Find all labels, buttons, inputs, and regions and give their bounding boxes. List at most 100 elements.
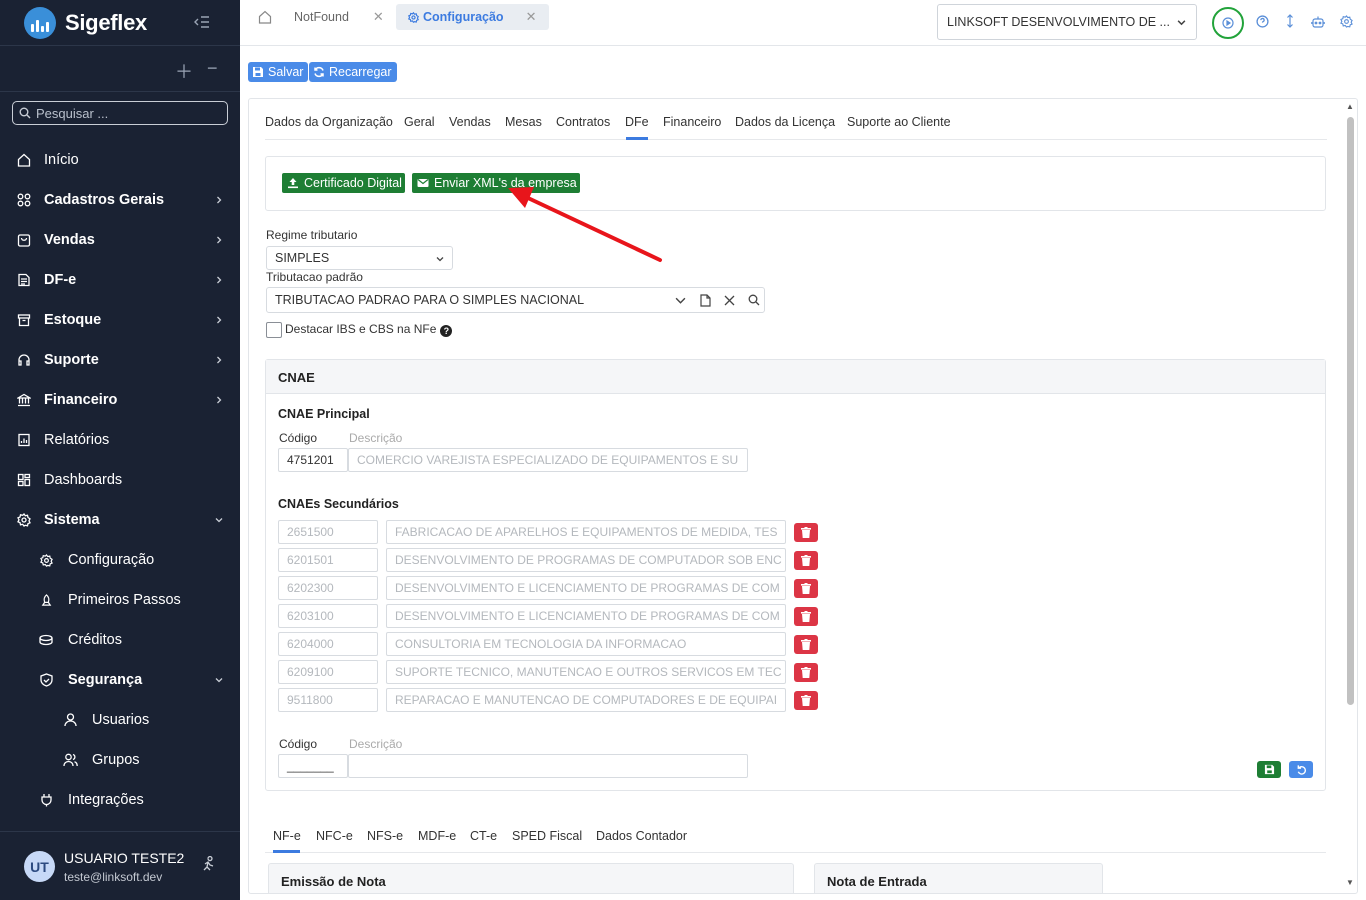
help-icon[interactable]	[1254, 13, 1270, 29]
cnae-code[interactable]: 2651500	[278, 520, 378, 544]
scroll-thumb[interactable]	[1347, 117, 1354, 705]
company-select[interactable]: LINKSOFT DESENVOLVIMENTO DE ...	[937, 4, 1197, 40]
sidebar-item-integracoes[interactable]: Integrações	[0, 780, 240, 820]
cnae-code[interactable]: 6203100	[278, 604, 378, 628]
collapse-all-icon[interactable]: −	[207, 58, 218, 79]
enviar-xml-button[interactable]: Enviar XML's da empresa	[412, 173, 580, 193]
tab-contratos[interactable]: Contratos	[556, 115, 610, 129]
delete-button[interactable]	[794, 523, 818, 542]
new-cnae-code-input[interactable]: _______	[278, 754, 348, 778]
gear-icon	[16, 512, 32, 528]
delete-button[interactable]	[794, 691, 818, 710]
config-panel: Dados da Organização Geral Vendas Mesas …	[248, 98, 1358, 894]
cnae-desc[interactable]: CONSULTORIA EM TECNOLOGIA DA INFORMACAO	[386, 632, 786, 656]
new-cnae-desc-input[interactable]	[348, 754, 748, 778]
undo-button[interactable]	[1289, 761, 1313, 778]
sidebar-item-grupos[interactable]: Grupos	[0, 740, 240, 780]
search-icon[interactable]	[748, 294, 760, 306]
cnae-code[interactable]: 6201501	[278, 548, 378, 572]
tab-dados-licenca[interactable]: Dados da Licença	[735, 115, 835, 129]
close-icon[interactable]: ✕	[526, 9, 537, 25]
delete-button[interactable]	[794, 635, 818, 654]
sidebar-item-label: Créditos	[68, 632, 122, 648]
save-button[interactable]: Salvar	[248, 62, 309, 82]
avatar[interactable]: UT	[24, 851, 55, 882]
sidebar-search[interactable]	[12, 101, 228, 125]
scrollbar[interactable]: ▲ ▼	[1343, 99, 1357, 893]
play-icon[interactable]	[1212, 7, 1244, 39]
document-icon[interactable]	[700, 294, 711, 307]
cnae-code[interactable]: 9511800	[278, 688, 378, 712]
tab-notfound[interactable]: NotFound ✕	[286, 4, 392, 30]
tab-financeiro[interactable]: Financeiro	[663, 115, 721, 129]
sidebar-item-creditos[interactable]: Créditos	[0, 620, 240, 660]
tab-nfe[interactable]: NF-e	[273, 829, 301, 843]
cnae-principal-code[interactable]: 4751201	[278, 448, 348, 472]
sidebar-item-dfe[interactable]: DF-e	[0, 260, 240, 300]
cnae-desc[interactable]: DESENVOLVIMENTO E LICENCIAMENTO DE PROGR…	[386, 604, 786, 628]
tab-vendas[interactable]: Vendas	[449, 115, 491, 129]
tab-sped-fiscal[interactable]: SPED Fiscal	[512, 829, 582, 843]
close-icon[interactable]: ✕	[373, 9, 384, 25]
sort-vertical-icon[interactable]	[1282, 13, 1298, 29]
tab-dfe[interactable]: DFe	[625, 115, 649, 129]
destacar-checkbox[interactable]	[266, 322, 282, 338]
expand-all-icon[interactable]: ＋	[175, 58, 193, 84]
sidebar-item-vendas[interactable]: Vendas	[0, 220, 240, 260]
sidebar-item-cadastros[interactable]: Cadastros Gerais	[0, 180, 240, 220]
tab-geral[interactable]: Geral	[404, 115, 435, 129]
sidebar-item-sistema[interactable]: Sistema	[0, 500, 240, 540]
tab-dados-contador[interactable]: Dados Contador	[596, 829, 687, 843]
delete-button[interactable]	[794, 551, 818, 570]
gear-icon[interactable]	[1338, 13, 1354, 29]
reload-button[interactable]: Recarregar	[309, 62, 397, 82]
cnae-principal-desc[interactable]: COMERCIO VAREJISTA ESPECIALIZADO DE EQUI…	[348, 448, 748, 472]
tab-nfse[interactable]: NFS-e	[367, 829, 403, 843]
sidebar-item-financeiro[interactable]: Financeiro	[0, 380, 240, 420]
home-icon[interactable]	[257, 9, 273, 25]
cnae-code[interactable]: 6209100	[278, 660, 378, 684]
sidebar-item-suporte[interactable]: Suporte	[0, 340, 240, 380]
tributacao-select[interactable]: TRIBUTACAO PADRAO PARA O SIMPLES NACIONA…	[266, 287, 765, 313]
certificado-digital-button[interactable]: Certificado Digital	[282, 173, 405, 193]
sidebar-item-dashboards[interactable]: Dashboards	[0, 460, 240, 500]
cnae-desc[interactable]: REPARACAO E MANUTENCAO DE COMPUTADORES E…	[386, 688, 786, 712]
scroll-up-icon[interactable]: ▲	[1346, 102, 1354, 111]
sidebar-item-configuracao[interactable]: Configuração	[0, 540, 240, 580]
cnae-desc[interactable]: DESENVOLVIMENTO E LICENCIAMENTO DE PROGR…	[386, 576, 786, 600]
cnae-desc[interactable]: SUPORTE TECNICO, MANUTENCAO E OUTROS SER…	[386, 660, 786, 684]
logout-icon[interactable]	[199, 856, 215, 872]
action-bar: Salvar Recarregar	[240, 47, 1366, 95]
cnae-desc[interactable]: DESENVOLVIMENTO DE PROGRAMAS DE COMPUTAD…	[386, 548, 786, 572]
tab-suporte-cliente[interactable]: Suporte ao Cliente	[847, 115, 951, 129]
tab-mesas[interactable]: Mesas	[505, 115, 542, 129]
cnae-code[interactable]: 6202300	[278, 576, 378, 600]
cnae-code[interactable]: 6204000	[278, 632, 378, 656]
coins-icon	[38, 632, 54, 648]
logo[interactable]: Sigeflex	[0, 0, 240, 46]
sidebar-item-relatorios[interactable]: Relatórios	[0, 420, 240, 460]
sidebar-item-inicio[interactable]: Início	[0, 140, 240, 180]
delete-button[interactable]	[794, 607, 818, 626]
cnae-desc[interactable]: FABRICACAO DE APARELHOS E EQUIPAMENTOS D…	[386, 520, 786, 544]
add-cnae-button[interactable]	[1257, 761, 1281, 778]
collapse-sidebar-icon[interactable]	[194, 14, 210, 30]
tab-dados-organizacao[interactable]: Dados da Organização	[265, 115, 393, 129]
robot-icon[interactable]	[1310, 13, 1326, 29]
help-icon[interactable]: ?	[440, 325, 453, 337]
tab-configuracao[interactable]: Configuração ✕	[396, 4, 549, 30]
tab-cte[interactable]: CT-e	[470, 829, 497, 843]
sidebar-item-primeiros-passos[interactable]: Primeiros Passos	[0, 580, 240, 620]
sidebar-item-seguranca[interactable]: Segurança	[0, 660, 240, 700]
sidebar-item-estoque[interactable]: Estoque	[0, 300, 240, 340]
scroll-down-icon[interactable]: ▼	[1346, 878, 1354, 887]
sidebar-item-usuarios[interactable]: Usuarios	[0, 700, 240, 740]
delete-button[interactable]	[794, 579, 818, 598]
regime-select[interactable]: SIMPLES	[266, 246, 453, 270]
close-icon[interactable]	[724, 295, 735, 306]
tab-nfce[interactable]: NFC-e	[316, 829, 353, 843]
chevron-down-icon[interactable]	[675, 296, 686, 305]
search-input[interactable]	[36, 105, 216, 121]
delete-button[interactable]	[794, 663, 818, 682]
tab-mdfe[interactable]: MDF-e	[418, 829, 456, 843]
